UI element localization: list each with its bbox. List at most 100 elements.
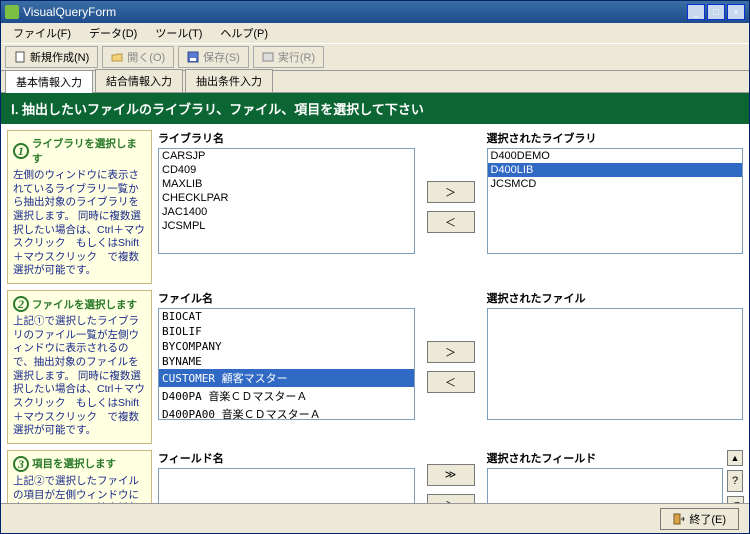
save-label: 保存(S) [203,49,240,65]
list-item[interactable]: BIOCAT [159,309,414,324]
save-button[interactable]: 保存(S) [178,46,249,68]
new-label: 新規作成(N) [30,49,89,65]
field-move-buttons: ≫ ＞ ＜ ≪ [421,450,481,503]
library-selected-label: 選択されたライブラリ [487,130,744,146]
row-field: 3項目を選択します 上記②で選択したファイルの項目が左側ウィンドウに表示されるの… [7,450,743,503]
content: Ⅰ. 抽出したいファイルのライブラリ、ファイル、項目を選択して下さい 1ライブラ… [1,93,749,503]
step-banner: Ⅰ. 抽出したいファイルのライブラリ、ファイル、項目を選択して下さい [1,93,749,124]
file-selected-list[interactable] [487,308,744,420]
open-label: 開く(O) [127,49,165,65]
tab-join[interactable]: 結合情報入力 [95,69,183,92]
step3-title: 項目を選択します [32,456,116,471]
exit-icon [673,513,685,525]
field-selected-container: 選択されたフィールド ▲ ? そのほか順序変更 [487,450,744,503]
run-label: 実行(R) [278,49,315,65]
folder-open-icon [111,51,123,63]
step1-title: ライブラリを選択します [32,136,146,166]
library-selected-list[interactable]: D400DEMOD400LIBJCSMCD [487,148,744,254]
order-change-button[interactable]: そのほか順序変更 [727,496,744,503]
row-file: 2ファイルを選択します 上記①で選択したライブラリのファイル一覧が左側ウィンドウ… [7,290,743,444]
save-icon [187,51,199,63]
close-window-button[interactable]: × [727,4,745,20]
library-source-list[interactable]: CARSJPCD409MAXLIBCHECKLPARJAC1400JCSMPL [158,148,415,254]
file-source-label: ファイル名 [158,290,415,306]
list-item[interactable]: BYCOMPANY [159,339,414,354]
file-remove-button[interactable]: ＜ [427,371,475,393]
list-item[interactable]: JCSMCD [488,177,743,191]
tab-extract[interactable]: 抽出条件入力 [185,69,273,92]
library-source-label: ライブラリ名 [158,130,415,146]
tab-basic[interactable]: 基本情報入力 [5,70,93,93]
window-title: VisualQueryForm [23,5,687,19]
file-selected-label: 選択されたファイル [487,290,744,306]
list-item[interactable]: D400LIB [488,163,743,177]
step-number-1: 1 [13,143,29,159]
list-item[interactable]: CUSTOMER 顧客マスター [159,369,414,387]
menu-help[interactable]: ヘルプ(P) [212,23,276,43]
field-add-button[interactable]: ＞ [427,494,475,503]
list-item[interactable]: D400PA 音楽ＣＤマスターＡ [159,387,414,405]
field-source-label: フィールド名 [158,450,415,466]
library-selected-panel: 選択されたライブラリ D400DEMOD400LIBJCSMCD [487,130,744,284]
field-source-panel: フィールド名 [158,450,415,503]
hint-field: 3項目を選択します 上記②で選択したファイルの項目が左側ウィンドウに表示されるの… [7,450,152,503]
run-icon [262,51,274,63]
field-selected-panel: 選択されたフィールド [487,450,724,503]
list-item[interactable]: CD409 [159,163,414,177]
app-window: VisualQueryForm _ □ × ファイル(F) データ(D) ツール… [0,0,750,534]
new-button[interactable]: 新規作成(N) [5,46,98,68]
list-item[interactable]: JAC1400 [159,205,414,219]
new-file-icon [14,51,26,63]
file-selected-panel: 選択されたファイル [487,290,744,444]
app-icon [5,5,19,19]
file-source-panel: ファイル名 BIOCAT BIOLIF BYCOMPANY BYNAME CUS… [158,290,415,444]
row-library: 1ライブラリを選択します 左側のウィンドウに表示されているライブラリ一覧から抽出… [7,130,743,284]
list-item[interactable]: MAXLIB [159,177,414,191]
library-move-buttons: ＞ ＜ [421,130,481,284]
toolbar: 新規作成(N) 開く(O) 保存(S) 実行(R) [1,43,749,71]
library-source-panel: ライブラリ名 CARSJPCD409MAXLIBCHECKLPARJAC1400… [158,130,415,284]
menu-data[interactable]: データ(D) [81,23,145,43]
list-item[interactable]: JCSMPL [159,219,414,233]
open-button[interactable]: 開く(O) [102,46,174,68]
tabbar: 基本情報入力 結合情報入力 抽出条件入力 [1,71,749,93]
field-order-strip: ▲ ? そのほか順序変更 [727,450,743,503]
library-remove-button[interactable]: ＜ [427,211,475,233]
step2-body: 上記①で選択したライブラリのファイル一覧が左側ウィンドウに表示されるので、抽出対… [13,315,146,438]
maximize-button[interactable]: □ [707,4,725,20]
run-button[interactable]: 実行(R) [253,46,324,68]
exit-button[interactable]: 終了(E) [660,508,739,530]
list-item[interactable]: BYNAME [159,354,414,369]
step-number-2: 2 [13,296,29,312]
file-move-buttons: ＞ ＜ [421,290,481,444]
titlebar: VisualQueryForm _ □ × [1,1,749,23]
step1-body: 左側のウィンドウに表示されているライブラリ一覧から抽出対象のライブラリを選択しま… [13,169,146,278]
file-source-list[interactable]: BIOCAT BIOLIF BYCOMPANY BYNAME CUSTOMER … [158,308,415,420]
footer: 終了(E) [1,503,749,533]
field-add-all-button[interactable]: ≫ [427,464,475,486]
list-item[interactable]: CARSJP [159,149,414,163]
rows-area: 1ライブラリを選択します 左側のウィンドウに表示されているライブラリ一覧から抽出… [1,124,749,503]
library-add-button[interactable]: ＞ [427,181,475,203]
field-selected-label: 選択されたフィールド [487,450,724,466]
field-move-up-button[interactable]: ▲ [727,450,743,466]
menu-tool[interactable]: ツール(T) [147,23,210,43]
step-number-3: 3 [13,456,29,472]
minimize-button[interactable]: _ [687,4,705,20]
list-item[interactable]: BIOLIF [159,324,414,339]
list-item[interactable]: D400PA00 音楽ＣＤマスターＡ [159,405,414,420]
hint-file: 2ファイルを選択します 上記①で選択したライブラリのファイル一覧が左側ウィンドウ… [7,290,152,444]
list-item[interactable]: CHECKLPAR [159,191,414,205]
field-source-list[interactable] [158,468,415,503]
exit-label: 終了(E) [689,511,726,527]
file-add-button[interactable]: ＞ [427,341,475,363]
window-buttons: _ □ × [687,4,745,20]
help-button[interactable]: ? [727,470,743,492]
menubar: ファイル(F) データ(D) ツール(T) ヘルプ(P) [1,23,749,43]
hint-library: 1ライブラリを選択します 左側のウィンドウに表示されているライブラリ一覧から抽出… [7,130,152,284]
menu-file[interactable]: ファイル(F) [5,23,79,43]
step2-title: ファイルを選択します [32,297,137,312]
list-item[interactable]: D400DEMO [488,149,743,163]
step3-body: 上記②で選択したファイルの項目が左側ウィンドウに表示されるので、抽出対象の項目を… [13,475,146,503]
field-selected-list[interactable] [487,468,724,503]
